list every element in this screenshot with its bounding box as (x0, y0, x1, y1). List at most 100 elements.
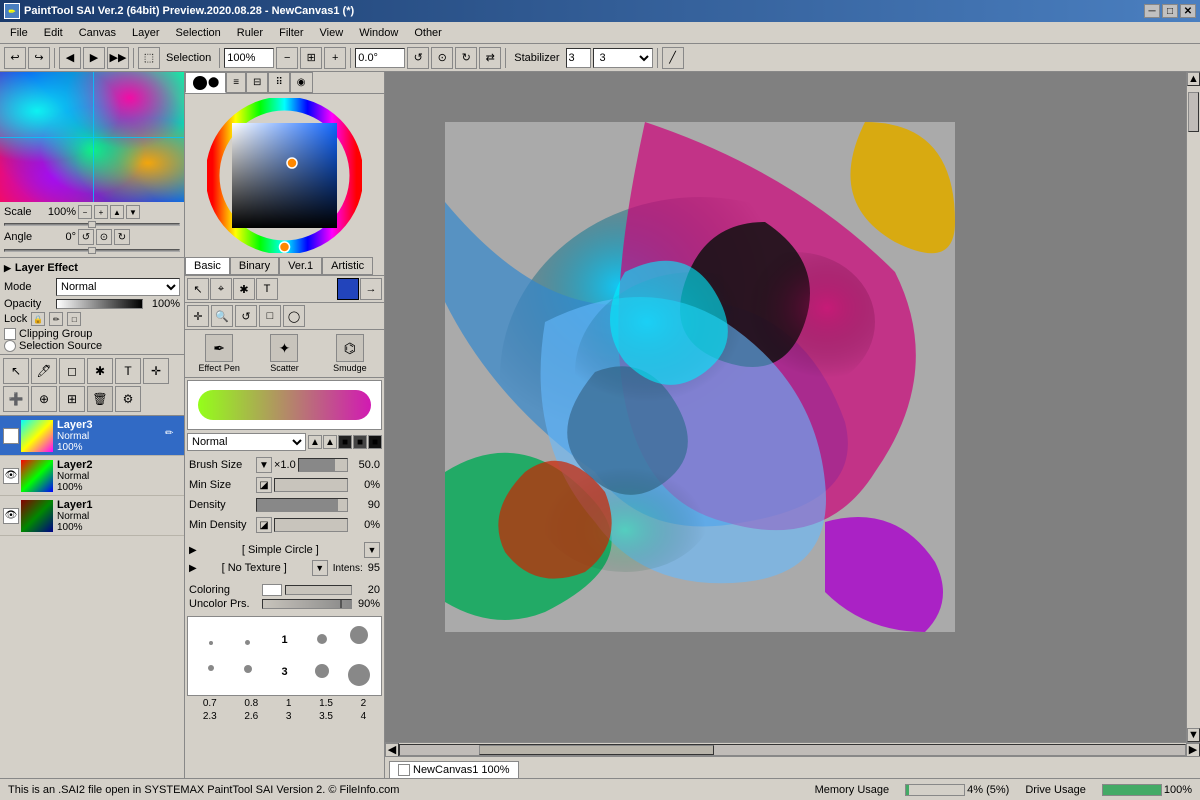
scrollbar-thumb-v[interactable] (1188, 92, 1199, 132)
drawing-canvas[interactable] (445, 122, 955, 632)
density-slider[interactable] (256, 498, 348, 512)
brush-color-swatch[interactable] (337, 278, 359, 300)
toolbar-nav3[interactable]: ▶▶ (107, 47, 129, 69)
layer-item-3[interactable]: 👁 Layer3 Normal 100% ✏ (0, 416, 184, 456)
opacity-slider[interactable] (56, 299, 143, 309)
menu-selection[interactable]: Selection (168, 25, 229, 41)
color-tab-history[interactable]: ◉ (290, 72, 313, 93)
tool-settings[interactable]: ⚙ (115, 386, 141, 412)
scrollbar-left-btn[interactable]: ◀ (385, 743, 399, 757)
maximize-button[interactable]: □ (1162, 4, 1178, 18)
toolbar-dropper[interactable]: ╱ (662, 47, 684, 69)
brush-tool-move[interactable]: ✛ (187, 305, 209, 327)
layer-effect-header[interactable]: ▶ Layer Effect (4, 260, 180, 276)
minimize-button[interactable]: ─ (1144, 4, 1160, 18)
effect-pen-cell[interactable]: ✒ Effect Pen (187, 332, 251, 375)
tool-copy[interactable]: ⊞ (59, 386, 85, 412)
zoom-plus-button[interactable]: + (324, 47, 346, 69)
canvas-tab-1[interactable]: NewCanvas1 100% (389, 761, 519, 778)
scale-slider-thumb[interactable] (88, 221, 96, 228)
zoom-input[interactable] (224, 48, 274, 68)
tool-merge[interactable]: ⊕ (31, 386, 57, 412)
tool-pen[interactable]: 🖊 (31, 358, 57, 384)
tool-eraser[interactable]: ◻ (59, 358, 85, 384)
layer-item-1[interactable]: 👁 Layer1 Normal 100% (0, 496, 184, 536)
color-tab-swatches[interactable]: ⊟ (246, 72, 268, 93)
scale-plus[interactable]: + (94, 205, 108, 219)
tool-select[interactable]: ↖ (3, 358, 29, 384)
menu-other[interactable]: Other (406, 25, 450, 41)
stabilizer-select[interactable]: 3 (593, 48, 653, 68)
scale-minus[interactable]: − (78, 205, 92, 219)
rotate-left-button[interactable]: ↺ (407, 47, 429, 69)
menu-edit[interactable]: Edit (36, 25, 71, 41)
color-tab-sliders[interactable]: ≡ (226, 72, 246, 93)
coloring-slider[interactable] (285, 585, 352, 595)
menu-file[interactable]: File (2, 25, 36, 41)
brush-size-dropdown-btn[interactable]: ▼ (256, 457, 272, 473)
brush-tool-square[interactable]: □ (259, 305, 281, 327)
clipping-group-checkbox[interactable]: Clipping Group (4, 328, 180, 340)
uncolor-slider[interactable] (262, 599, 352, 609)
tool-delete[interactable]: 🗑 (87, 386, 113, 412)
menu-filter[interactable]: Filter (271, 25, 311, 41)
brush-tab-binary[interactable]: Binary (230, 257, 279, 275)
toolbar-undo[interactable]: ↩ (4, 47, 26, 69)
menu-ruler[interactable]: Ruler (229, 25, 271, 41)
toolbar-nav1[interactable]: ◀ (59, 47, 81, 69)
angle-reset[interactable]: ⊙ (96, 229, 112, 245)
brush-tool-rotate[interactable]: ↺ (235, 305, 257, 327)
brush-tool-arrow[interactable]: → (360, 278, 382, 300)
rotate-right-button[interactable]: ↻ (455, 47, 477, 69)
menu-canvas[interactable]: Canvas (71, 25, 124, 41)
brush-tool-wand[interactable]: ✱ (233, 278, 255, 300)
layer1-eye[interactable]: 👁 (3, 508, 19, 524)
scrollbar-right-btn[interactable]: ▶ (1186, 743, 1200, 757)
angle-slider-thumb[interactable] (88, 247, 96, 254)
scatter-cell[interactable]: ✦ Scatter (252, 332, 316, 375)
zoom-minus-button[interactable]: − (276, 47, 298, 69)
tool-magic-wand[interactable]: ✱ (87, 358, 113, 384)
brush-size-slider[interactable] (298, 458, 348, 472)
brush-tab-artistic[interactable]: Artistic (322, 257, 373, 275)
blend-mode-select[interactable]: Normal (187, 433, 306, 451)
shape-square-darkest[interactable]: ■ (368, 435, 382, 449)
rotate-reset-button[interactable]: ⊙ (431, 47, 453, 69)
smudge-cell[interactable]: ⌬ Smudge (318, 332, 382, 375)
scrollbar-thumb-h[interactable] (479, 745, 715, 755)
min-size-slider[interactable] (274, 478, 348, 492)
color-tab-wheel[interactable]: ⬤ (185, 72, 226, 93)
color-wheel-container[interactable] (207, 98, 362, 253)
color-tab-palette[interactable]: ⠿ (268, 72, 289, 93)
angle-ccw[interactable]: ↺ (78, 229, 94, 245)
canvas-content[interactable]: ▲ ▼ (385, 72, 1200, 742)
brush-tool-round[interactable]: ◯ (283, 305, 305, 327)
shape-triangle-up[interactable]: ▲ (308, 435, 322, 449)
layer-item-2[interactable]: 👁 Layer2 Normal 100% (0, 456, 184, 496)
shape-dropdown[interactable]: ▼ (364, 542, 380, 558)
min-density-slider[interactable] (274, 518, 348, 532)
mode-select[interactable]: Normal (56, 278, 180, 296)
toolbar-redo[interactable]: ↪ (28, 47, 50, 69)
clipping-group-cb[interactable] (4, 328, 16, 340)
selection-source-checkbox[interactable]: Selection Source (4, 340, 180, 352)
scale-down[interactable]: ▼ (126, 205, 140, 219)
flip-button[interactable]: ⇄ (479, 47, 501, 69)
shape-expand[interactable]: ▶ (189, 545, 197, 556)
brush-tool-select[interactable]: ↖ (187, 278, 209, 300)
brush-tab-basic[interactable]: Basic (185, 257, 230, 275)
layer3-eye[interactable]: 👁 (3, 428, 19, 444)
tool-move[interactable]: ✛ (143, 358, 169, 384)
lock-btn2[interactable]: ✏ (49, 312, 63, 326)
scrollbar-down-btn[interactable]: ▼ (1187, 728, 1200, 742)
zoom-100-button[interactable]: ⊞ (300, 47, 322, 69)
tool-add-layer[interactable]: ➕ (3, 386, 29, 412)
tool-text[interactable]: T (115, 358, 141, 384)
angle-cw[interactable]: ↻ (114, 229, 130, 245)
shape-triangle-up2[interactable]: ▲ (323, 435, 337, 449)
scale-up[interactable]: ▲ (110, 205, 124, 219)
scrollbar-track-h[interactable] (399, 744, 1186, 756)
menu-window[interactable]: Window (351, 25, 406, 41)
shape-square-dark[interactable]: ■ (353, 435, 367, 449)
scrollbar-up-btn[interactable]: ▲ (1187, 72, 1200, 86)
